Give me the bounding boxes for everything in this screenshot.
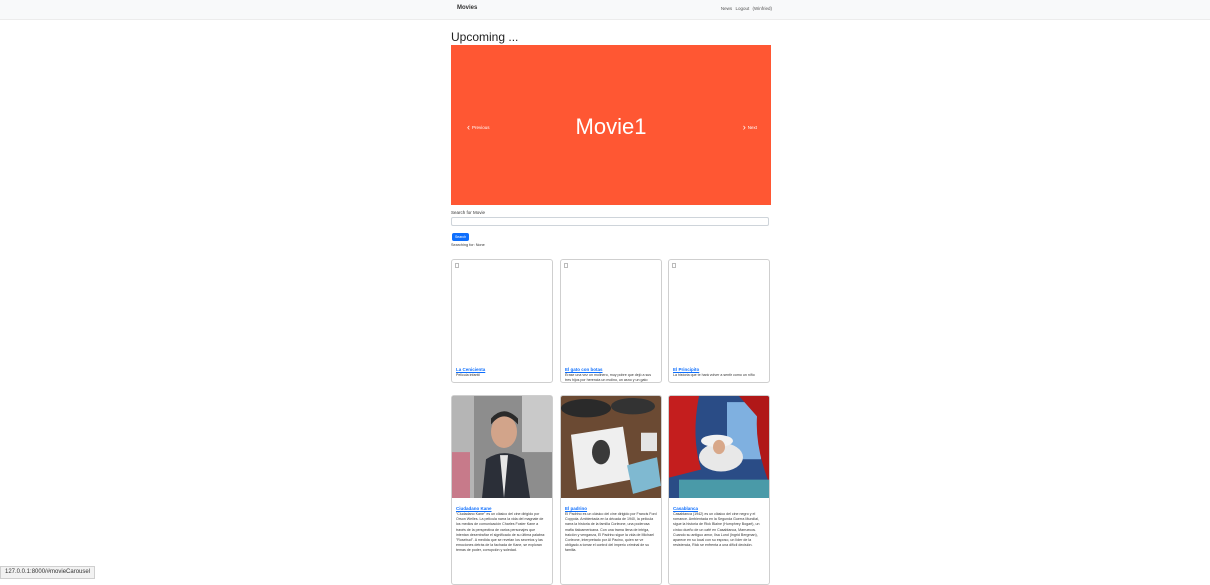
broken-image-icon bbox=[564, 263, 568, 268]
broken-image-icon bbox=[455, 263, 459, 268]
nav-links: News Logout (Winfried) bbox=[700, 6, 772, 11]
chevron-right-icon: › bbox=[742, 122, 746, 132]
top-navbar: Movies News Logout (Winfried) bbox=[0, 0, 1210, 20]
brand-link[interactable]: Movies bbox=[457, 5, 477, 11]
movie-image-placeholder bbox=[669, 260, 769, 364]
movie-description: Érase una vez un molinero, muy pobre que… bbox=[565, 373, 652, 383]
movie-card: La Cenicienta Pelicula infantil bbox=[451, 259, 553, 383]
browser-status-url: 127.0.0.1:8000/#movieCarousel bbox=[0, 566, 96, 579]
movie-title-link[interactable]: El Principito bbox=[673, 367, 765, 372]
movie-image-placeholder bbox=[561, 260, 661, 364]
movie-poster-image bbox=[561, 396, 661, 498]
movie-card: El padrino El Padrino es un clásico del … bbox=[560, 395, 662, 585]
movie-title-link[interactable]: El padrino bbox=[565, 506, 657, 511]
movie-carousel: Movie1 ‹ Previous › Next bbox=[451, 45, 771, 205]
carousel-next-label: Next bbox=[747, 125, 757, 130]
movie-description: "Ciudadano Kane" es un clásico del cine … bbox=[456, 512, 546, 553]
movie-card: Casablanca Casablanca (1942) es un clási… bbox=[668, 395, 770, 585]
search-button[interactable]: Search bbox=[452, 233, 469, 241]
broken-image-icon bbox=[672, 263, 676, 268]
movie-description: Casablanca (1942) es un clásico del cine… bbox=[673, 512, 760, 548]
movie-card: Ciudadano Kane "Ciudadano Kane" es un cl… bbox=[451, 395, 553, 585]
nav-user-name: (Winfried) bbox=[752, 6, 772, 11]
movie-title-link[interactable]: La Cenicienta bbox=[456, 367, 548, 372]
movie-poster-image bbox=[669, 396, 769, 498]
carousel-next-button[interactable]: › Next bbox=[741, 123, 757, 132]
movie-card: El gato con botas Érase una vez un molin… bbox=[560, 259, 662, 383]
movie-card: El Principito La historia que te hará vo… bbox=[668, 259, 770, 383]
carousel-prev-button[interactable]: ‹ Previous bbox=[465, 123, 490, 132]
movie-description: Pelicula infantil bbox=[456, 373, 480, 377]
carousel-slide-title: Movie1 bbox=[575, 114, 647, 139]
search-status: Searching for: None bbox=[451, 243, 485, 247]
search-label: Search for Movie bbox=[451, 210, 486, 215]
carousel-prev-label: Previous bbox=[472, 125, 490, 130]
search-input[interactable] bbox=[451, 217, 769, 226]
movie-poster-image bbox=[452, 396, 552, 498]
chevron-left-icon: ‹ bbox=[467, 122, 470, 132]
movie-title-link[interactable]: Ciudadano Kane bbox=[456, 506, 548, 511]
movie-title-link[interactable]: Casablanca bbox=[673, 506, 765, 511]
nav-link-news[interactable]: News bbox=[721, 6, 732, 11]
movie-description: El Padrino es un clásico del cine dirigi… bbox=[565, 512, 657, 553]
movie-image-placeholder bbox=[452, 260, 552, 364]
movie-description: La historia que te hará volver a sentir … bbox=[673, 373, 755, 377]
page-heading: Upcoming ... bbox=[451, 30, 519, 44]
nav-link-logout[interactable]: Logout bbox=[735, 6, 749, 11]
movie-title-link[interactable]: El gato con botas bbox=[565, 367, 657, 372]
